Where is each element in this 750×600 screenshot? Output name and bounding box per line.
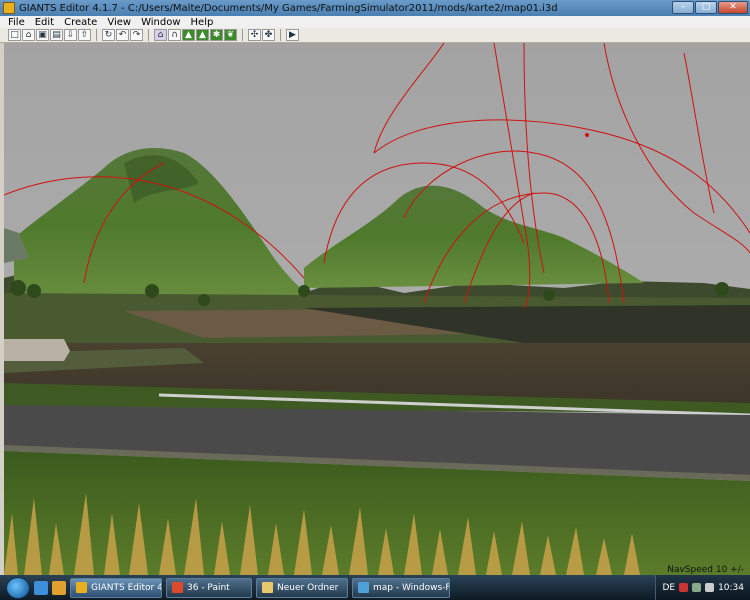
menu-create[interactable]: Create [64,17,97,28]
tray-app-icon[interactable] [679,583,689,592]
minimize-button[interactable]: – [672,1,694,14]
title-bar: GIANTS Editor 4.1.7 - C:/Users/Malte/Doc… [0,0,750,16]
foliage-paint-icon[interactable]: ✱ [210,29,223,41]
new-file-icon[interactable]: □ [8,29,21,41]
start-button[interactable] [6,576,30,599]
windows-taskbar: GIANTS Editor 4.1.7 ... 36 - Paint Neuer… [0,575,750,600]
toolbar-separator [148,29,149,41]
paint-task-icon [172,582,183,593]
play-icon[interactable]: ▶ [286,29,299,41]
stone-bridge [4,339,70,361]
folder-task-icon [262,582,273,593]
snap-grid-icon[interactable]: ✣ [248,29,261,41]
menu-edit[interactable]: Edit [35,17,54,28]
spline-control-point[interactable] [585,133,589,137]
menu-file[interactable]: File [8,17,25,28]
toolbar-separator [96,29,97,41]
giants-task-icon [76,582,87,593]
window-controls: – □ ✕ [672,1,748,14]
task-windows-photo[interactable]: map - Windows-Fot... [352,577,450,598]
menu-help[interactable]: Help [191,17,214,28]
terrain-paint-icon[interactable]: ▲ [196,29,209,41]
menu-window[interactable]: Window [141,17,180,28]
terrain-sculpt-icon[interactable]: ▲ [182,29,195,41]
network-icon[interactable] [692,583,702,592]
toolbar-separator [242,29,243,41]
close-button[interactable]: ✕ [718,1,748,14]
system-tray: DE 10:34 [655,575,750,600]
menu-bar: File Edit Create View Window Help [0,16,750,28]
open-folder-icon[interactable]: ⌂ [22,29,35,41]
giants-app-icon [3,2,15,14]
import-icon[interactable]: ⇩ [64,29,77,41]
task-neuer-ordner[interactable]: Neuer Ordner [256,577,348,598]
menu-view[interactable]: View [107,17,131,28]
task-giants-editor[interactable]: GIANTS Editor 4.1.7 ... [70,577,162,598]
select-mode-icon[interactable]: ⌂ [154,29,167,41]
snap-rotate-icon[interactable]: ✤ [262,29,275,41]
maximize-button[interactable]: □ [695,1,717,14]
explorer-quicklaunch-icon[interactable] [52,580,66,595]
grass-paint-icon[interactable]: ❦ [224,29,237,41]
move-mode-icon[interactable]: ∩ [168,29,181,41]
window-title: GIANTS Editor 4.1.7 - C:/Users/Malte/Doc… [19,2,558,14]
clock[interactable]: 10:34 [718,583,744,593]
toolbar: □ ⌂ ▣ ▤ ⇩ ⇧ ↻ ↶ ↷ ⌂ ∩ ▲ ▲ ✱ ❦ ✣ ✤ ▶ [0,28,750,43]
save-icon[interactable]: ▣ [36,29,49,41]
save-as-icon[interactable]: ▤ [50,29,63,41]
volume-icon[interactable] [705,583,715,592]
redo-icon[interactable]: ↷ [130,29,143,41]
undo-icon[interactable]: ↶ [116,29,129,41]
nav-speed-readout: NavSpeed 10 +/- [667,565,744,575]
3d-viewport[interactable]: NavSpeed 10 +/- [4,43,750,575]
scene-render [4,43,750,575]
photo-viewer-task-icon [358,582,369,593]
task-paint[interactable]: 36 - Paint [166,577,252,598]
language-indicator[interactable]: DE [662,583,675,593]
toolbar-separator [280,29,281,41]
reload-icon[interactable]: ↻ [102,29,115,41]
show-desktop-icon[interactable] [34,580,48,595]
export-icon[interactable]: ⇧ [78,29,91,41]
